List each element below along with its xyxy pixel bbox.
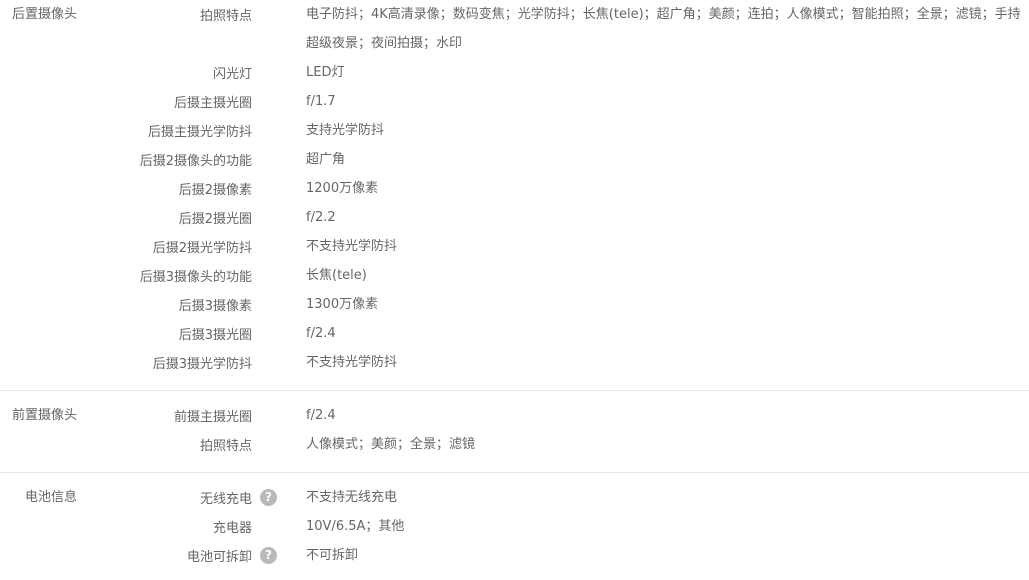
spec-value: 人像模式；美颜；全景；滤镜 — [306, 437, 476, 452]
spec-value: f/2.4 — [306, 326, 336, 341]
spec-label: 拍照特点 — [199, 9, 252, 24]
spec-row: 拍照特点 电子防抖；4K高清录像；数码变焦；光学防抖；长焦(tele)；超广角；… — [0, 0, 1029, 58]
spec-value: 1300万像素 — [306, 297, 379, 312]
spec-label: 后摄3摄光学防抖 — [152, 357, 252, 372]
spec-label: 后摄主摄光学防抖 — [147, 125, 252, 140]
spec-value: 不支持光学防抖 — [306, 239, 398, 254]
spec-label: 后摄3摄像头的功能 — [139, 270, 252, 285]
spec-value: 不支持光学防抖 — [306, 355, 398, 370]
group-title: 电池信息 — [25, 490, 78, 505]
spec-label: 后摄2摄光圈 — [178, 212, 252, 227]
spec-label: 后摄3摄光圈 — [178, 328, 252, 343]
spec-row: 无线充电 ? 不支持无线充电 — [0, 483, 1029, 512]
spec-value: f/2.4 — [306, 408, 336, 423]
spec-label: 闪光灯 — [212, 67, 252, 82]
spec-label: 无线充电 — [199, 492, 252, 507]
question-circle-icon[interactable]: ? — [260, 547, 277, 564]
spec-label: 后摄2摄像素 — [178, 183, 252, 198]
spec-value: 超广角 — [306, 152, 346, 167]
spec-row: 后摄2摄像头的功能 超广角 — [0, 145, 1029, 174]
spec-value: 1200万像素 — [306, 181, 379, 196]
spec-row: 后摄主摄光学防抖 支持光学防抖 — [0, 116, 1029, 145]
spec-label: 后摄3摄像素 — [178, 299, 252, 314]
spec-value: 10V/6.5A；其他 — [306, 519, 405, 534]
spec-row: 后摄主摄光圈 f/1.7 — [0, 87, 1029, 116]
spec-value: 电子防抖；4K高清录像；数码变焦；光学防抖；长焦(tele)；超广角；美颜；连拍… — [306, 7, 1021, 51]
spec-group-rear-camera: 后置摄像头 拍照特点 电子防抖；4K高清录像；数码变焦；光学防抖；长焦(tele… — [0, 0, 1029, 391]
spec-row: 闪光灯 LED灯 — [0, 58, 1029, 87]
spec-value: 不支持无线充电 — [306, 490, 398, 505]
spec-label: 后摄2摄光学防抖 — [152, 241, 252, 256]
spec-row: 电池可拆卸 ? 不可拆卸 — [0, 541, 1029, 570]
spec-label: 前摄主摄光圈 — [173, 410, 252, 425]
spec-value: LED灯 — [306, 65, 345, 80]
spec-row: 充电器 10V/6.5A；其他 — [0, 512, 1029, 541]
group-title: 后置摄像头 — [12, 7, 78, 22]
spec-label: 后摄主摄光圈 — [173, 96, 252, 111]
spec-value: f/2.2 — [306, 210, 336, 225]
spec-row: 后摄3摄光圈 f/2.4 — [0, 319, 1029, 348]
spec-row: 后摄3摄光学防抖 不支持光学防抖 — [0, 348, 1029, 377]
spec-value: 支持光学防抖 — [306, 123, 385, 138]
spec-label: 拍照特点 — [199, 439, 252, 454]
spec-row: 后摄2摄像素 1200万像素 — [0, 174, 1029, 203]
question-circle-icon[interactable]: ? — [260, 489, 277, 506]
spec-group-battery: 电池信息 无线充电 ? 不支持无线充电 充电器 10V/6.5A；其他 电池可拆… — [0, 483, 1029, 580]
spec-value: f/1.7 — [306, 94, 336, 109]
spec-value: 长焦(tele) — [306, 268, 367, 283]
spec-value: 不可拆卸 — [306, 548, 359, 563]
spec-group-front-camera: 前置摄像头 前摄主摄光圈 f/2.4 拍照特点 人像模式；美颜；全景；滤镜 — [0, 401, 1029, 473]
spec-table: 后置摄像头 拍照特点 电子防抖；4K高清录像；数码变焦；光学防抖；长焦(tele… — [0, 0, 1029, 580]
spec-row: 前摄主摄光圈 f/2.4 — [0, 401, 1029, 430]
spec-row: 拍照特点 人像模式；美颜；全景；滤镜 — [0, 430, 1029, 459]
spec-row: 后摄3摄像头的功能 长焦(tele) — [0, 261, 1029, 290]
group-title: 前置摄像头 — [12, 408, 78, 423]
spec-label: 电池可拆卸 — [186, 550, 252, 565]
spec-row: 后摄2摄光学防抖 不支持光学防抖 — [0, 232, 1029, 261]
spec-row: 后摄3摄像素 1300万像素 — [0, 290, 1029, 319]
spec-label: 充电器 — [212, 521, 252, 536]
spec-row: 后摄2摄光圈 f/2.2 — [0, 203, 1029, 232]
spec-label: 后摄2摄像头的功能 — [139, 154, 252, 169]
